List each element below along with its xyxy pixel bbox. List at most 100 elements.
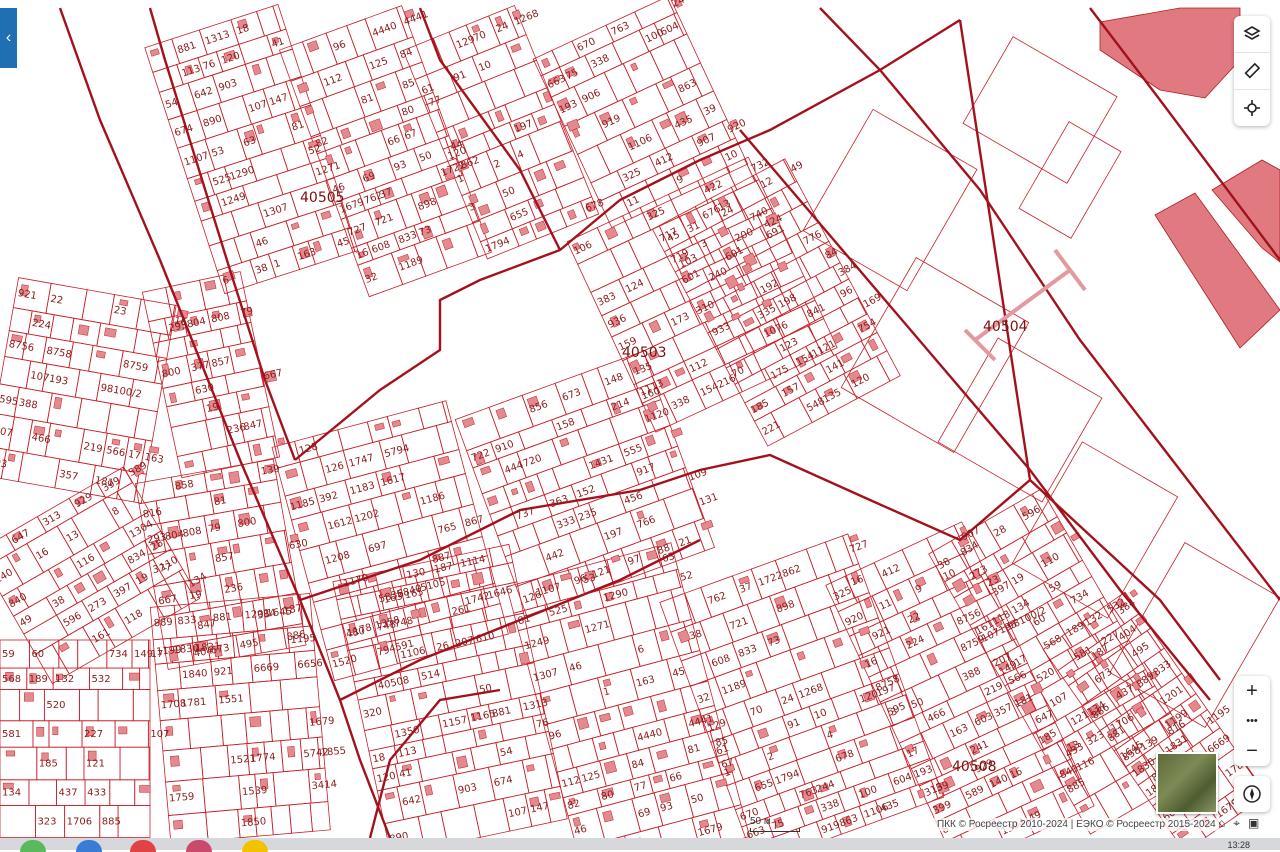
layers-button[interactable] — [1234, 16, 1270, 53]
parcel-number: 134 — [2, 788, 21, 799]
building — [140, 786, 151, 793]
locate-button[interactable] — [1234, 90, 1270, 126]
building — [6, 751, 15, 756]
locate-icon — [1243, 99, 1261, 117]
building — [623, 706, 634, 717]
parcel-number: 1195 — [290, 633, 316, 646]
building — [472, 572, 484, 585]
parcel-number: 19 — [188, 589, 202, 602]
building — [8, 454, 15, 462]
parcel-number: 1831 — [195, 641, 221, 654]
cadastral-map[interactable]: 8811313181137612041546429036748901071471… — [0, 0, 1280, 850]
parcel-number: 581 — [2, 729, 21, 740]
parcel-number: 81 — [213, 495, 227, 508]
building — [453, 547, 461, 556]
parcel-number: 532 — [92, 674, 111, 685]
parcel-number: 227 — [84, 729, 103, 740]
parcel-number: 6669 — [253, 662, 279, 675]
parcel-number: 881 — [212, 612, 232, 625]
building — [259, 573, 268, 583]
parcel-number: 437 — [59, 788, 78, 799]
parcel-number: 1850 — [240, 816, 266, 829]
parcel-number: 1679 — [309, 716, 335, 729]
parcel-number: 734 — [109, 649, 128, 660]
building — [170, 756, 179, 767]
more-options-button[interactable]: ••• — [1234, 706, 1270, 736]
building — [478, 730, 486, 740]
building — [519, 652, 529, 664]
building — [390, 695, 396, 701]
parcel-number: 6656 — [297, 658, 323, 671]
parcel-number: 1645 — [266, 606, 292, 619]
quarter-label: 40504 — [983, 319, 1028, 335]
building — [241, 393, 249, 400]
parcel-number: 3414 — [311, 779, 337, 792]
building — [260, 634, 266, 641]
parcel-number: 59 — [2, 649, 15, 660]
building — [603, 679, 611, 687]
parcel-number: 1774 — [250, 752, 276, 765]
parcel-number: 433 — [87, 788, 106, 799]
building — [451, 579, 460, 588]
building — [119, 727, 127, 734]
quarter-label: 40503 — [622, 345, 667, 361]
building — [53, 727, 58, 735]
building — [204, 280, 216, 290]
parcel-number: 1539 — [242, 785, 268, 798]
building — [112, 439, 120, 445]
parcel-number: 207 — [0, 425, 13, 439]
parcel-number: 107 — [150, 729, 169, 740]
pin-icon[interactable]: ⌖ — [1233, 816, 1240, 831]
clock: 13:28 — [1227, 840, 1250, 850]
building — [173, 785, 181, 791]
scale-label: 50 м — [750, 816, 771, 827]
building — [250, 716, 261, 727]
collapse-panel-button[interactable]: ‹ — [0, 8, 17, 68]
copyright-text: ПКК © Росреестр 2010-2024 | ЕЭКО © Росре… — [934, 818, 1219, 831]
building — [129, 673, 139, 680]
parcel-number: 121 — [86, 759, 105, 770]
measure-button[interactable] — [1234, 53, 1270, 90]
parcel-number: 185 — [39, 759, 58, 770]
compass-button[interactable] — [1234, 776, 1270, 812]
quarter-label: 40508 — [952, 759, 997, 775]
building — [78, 325, 89, 336]
building — [232, 606, 242, 617]
building — [104, 328, 116, 338]
parcel-number: 132 — [55, 674, 74, 685]
parcel-number: 79 — [208, 522, 222, 535]
building — [189, 553, 195, 561]
zoom-in-button[interactable]: + — [1234, 676, 1270, 706]
parcel-number: 1551 — [218, 693, 244, 706]
parcel-number: 1759 — [169, 791, 195, 804]
building — [278, 438, 285, 445]
parcel-number: 1855 — [320, 746, 346, 759]
building — [96, 351, 105, 359]
parcel-number: 1706 — [67, 816, 92, 827]
building — [456, 756, 467, 769]
map-tools-panel — [1234, 16, 1270, 126]
building — [24, 693, 33, 701]
parcel-number: 23 — [113, 305, 127, 318]
scale-bar — [750, 828, 800, 832]
parcel-number: 1840 — [182, 668, 208, 681]
attribution-tools: ⌂ ⌖ ▣ — [1218, 816, 1259, 831]
compass-icon — [1242, 784, 1262, 804]
parcel-number: 833 — [177, 615, 197, 628]
layers-icon — [1243, 25, 1261, 43]
building — [287, 746, 294, 757]
parcel-number: 520 — [46, 700, 65, 711]
parcel-number: 885 — [102, 816, 121, 827]
building — [233, 544, 240, 554]
basemap-switcher[interactable] — [1156, 752, 1218, 814]
parcel-number: 1781 — [180, 697, 206, 710]
parcel-number: 568 — [2, 674, 21, 685]
home-icon[interactable]: ⌂ — [1218, 816, 1225, 831]
parcel-number: 17 — [127, 449, 141, 462]
building — [55, 430, 62, 437]
print-icon[interactable]: ▣ — [1248, 816, 1259, 831]
ruler-icon — [1243, 62, 1261, 80]
building — [173, 820, 183, 829]
zoom-out-button[interactable]: − — [1234, 736, 1270, 766]
parcel-number: 323 — [37, 816, 56, 827]
